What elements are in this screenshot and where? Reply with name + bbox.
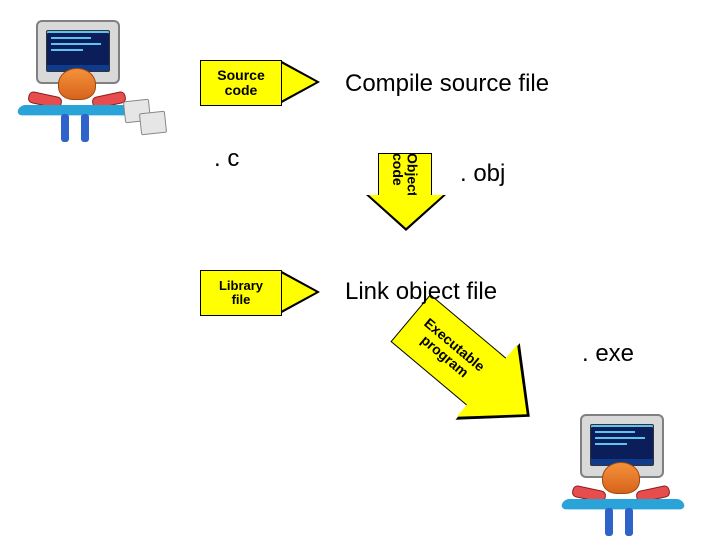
ext-obj-label: . obj	[460, 160, 505, 188]
ext-c-label: . c	[214, 145, 239, 173]
ext-exe-label: . exe	[582, 340, 634, 368]
object-code-label: Object code	[390, 153, 419, 197]
user-at-computer-icon	[6, 14, 156, 144]
user-at-computer-icon	[550, 408, 700, 538]
object-code-box: Object code	[378, 153, 432, 196]
source-code-label: Source code	[217, 68, 264, 99]
source-code-box: Source code	[200, 60, 282, 106]
executable-label: Executable program	[411, 315, 487, 386]
compilation-flow-diagram: Source code Compile source file . c Obje…	[0, 0, 720, 540]
compile-step-label: Compile source file	[345, 70, 549, 98]
library-file-box: Library file	[200, 270, 282, 316]
link-step-label: Link object file	[345, 278, 497, 306]
library-file-label: Library file	[219, 279, 263, 308]
